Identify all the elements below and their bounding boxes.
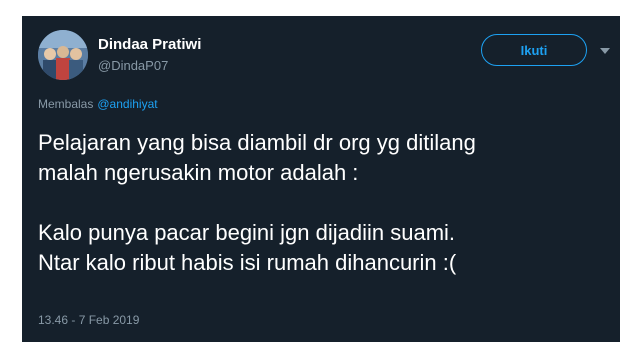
tweet-line: malah ngerusakin motor adalah : <box>38 160 359 185</box>
tweet-line: Ntar kalo ribut habis isi rumah dihancur… <box>38 250 457 275</box>
avatar-image <box>38 30 88 80</box>
reply-context: Membalas @andihiyat <box>38 97 158 112</box>
tweet-text: Pelajaran yang bisa diambil dr org yg di… <box>38 128 608 278</box>
tweet-card: Dindaa Pratiwi @DindaP07 Ikuti Membalas @… <box>22 16 620 342</box>
tweet-line: Pelajaran yang bisa diambil dr org yg di… <box>38 130 476 155</box>
tweet-timestamp[interactable]: 13.46 - 7 Feb 2019 <box>38 313 139 328</box>
reply-prefix: Membalas <box>38 97 94 111</box>
follow-button[interactable]: Ikuti <box>481 34 587 66</box>
user-handle[interactable]: @DindaP07 <box>98 58 168 74</box>
avatar[interactable] <box>38 30 88 80</box>
reply-mention-link[interactable]: @andihiyat <box>97 97 157 111</box>
tweet-line: Kalo punya pacar begini jgn dijadiin sua… <box>38 220 456 245</box>
display-name[interactable]: Dindaa Pratiwi <box>98 36 201 54</box>
chevron-down-icon[interactable] <box>600 48 610 54</box>
